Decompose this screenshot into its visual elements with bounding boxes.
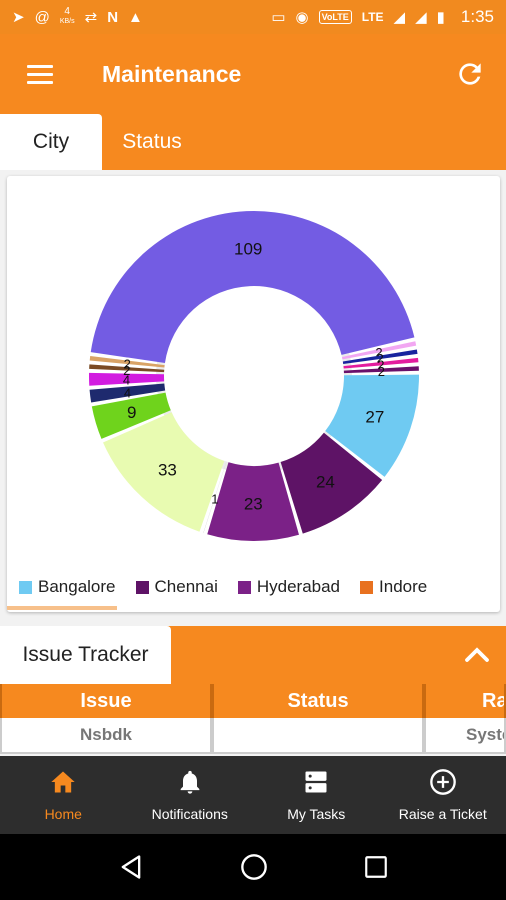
column-header-status[interactable]: Status [212, 684, 424, 718]
chevron-up-icon[interactable] [462, 640, 492, 670]
telegram-icon: ➤ [12, 8, 25, 26]
page-title: Maintenance [102, 60, 242, 87]
legend-swatch [360, 580, 374, 594]
speed-unit: KB/s [59, 18, 75, 25]
tab-bar: City Status [0, 114, 506, 170]
nav-notifications[interactable]: Notifications [127, 756, 254, 834]
back-icon[interactable] [117, 853, 145, 881]
network-speed: 4 KB/s [60, 7, 75, 27]
system-navigation-bar [0, 834, 506, 900]
n-icon: N [107, 8, 119, 26]
chart-legend: Bangalore Chennai Hyderabad Indore [19, 576, 499, 598]
table-header: Issue Status Ra [0, 684, 506, 718]
table-row[interactable]: Nsbdk Syste [0, 718, 506, 754]
legend-label: Hyderabad [256, 577, 341, 596]
tab-city[interactable]: City [0, 114, 102, 170]
legend-item[interactable]: Bangalore [19, 577, 116, 597]
menu-icon[interactable] [0, 34, 80, 114]
chart-card: 27 24 23 1 33 9 4 4 2 2 109 2 2 2 2 Bangalore Chennai Hy… [7, 176, 500, 612]
hotspot-icon: ◉ [295, 8, 309, 26]
home-icon [51, 771, 75, 793]
plus-circle-icon [429, 769, 456, 795]
legend-swatch [237, 580, 251, 594]
nav-raise-ticket[interactable]: Raise a Ticket [380, 756, 506, 834]
cell-status [212, 718, 424, 752]
home-circle-icon[interactable] [240, 853, 268, 881]
volte-badge: VoLTE [318, 10, 352, 24]
slice-value-label: 33 [158, 461, 177, 480]
legend-label: Indore [379, 577, 428, 596]
legend-swatch [135, 580, 149, 594]
battery-icon: ▮ [436, 8, 445, 26]
signal-icon: ◢ [393, 8, 406, 26]
column-header-issue[interactable]: Issue [0, 684, 212, 718]
app-toolbar: Maintenance [0, 34, 506, 114]
sync-icon: ⇄ [84, 8, 98, 26]
bottom-navigation: Home Notifications My Tasks Raise a Tick… [0, 756, 506, 834]
slice-value-label: 4 [124, 386, 131, 401]
tasks-icon [305, 771, 327, 793]
legend-item[interactable]: Indore [360, 577, 427, 597]
nav-home-label: Home [44, 806, 82, 822]
tab-status[interactable]: Status [102, 114, 202, 170]
warning-icon: ▲ [128, 8, 143, 26]
legend-item[interactable]: Chennai [135, 577, 218, 597]
donut-chart[interactable]: 272423133944221092222 [7, 176, 500, 576]
slice-value-label: 2 [378, 364, 385, 379]
nav-raise-ticket-label: Raise a Ticket [398, 806, 487, 822]
signal-icon-2: ◢ [415, 8, 427, 26]
slice-value-label: 9 [127, 403, 136, 422]
donut-slice[interactable] [90, 210, 415, 363]
legend-label: Bangalore [38, 577, 116, 596]
slice-value-label: 23 [244, 494, 263, 513]
cell-issue: Nsbdk [0, 718, 212, 752]
issue-tracker-title[interactable]: Issue Tracker [0, 626, 171, 684]
slice-value-label: 2 [124, 356, 131, 371]
slice-value-label: 27 [365, 408, 384, 427]
nav-home[interactable]: Home [0, 756, 127, 834]
nav-my-tasks-label: My Tasks [287, 806, 346, 822]
nav-my-tasks[interactable]: My Tasks [253, 756, 380, 834]
legend-label: Chennai [154, 577, 218, 596]
recents-icon[interactable] [363, 854, 389, 880]
nav-notifications-label: Notifications [151, 806, 228, 822]
card-scroll-indicator [7, 606, 117, 610]
legend-item[interactable]: Hyderabad [237, 577, 341, 597]
bell-icon [180, 770, 200, 794]
status-bar: ➤ @ 4 KB/s ⇄ N ▲ ▭ ◉ VoLTE LTE ◢ ◢ ▮ 1:3… [0, 0, 506, 34]
legend-swatch [19, 580, 32, 594]
column-header-raised[interactable]: Ra [424, 684, 506, 718]
cast-icon: ▭ [271, 8, 286, 26]
at-icon: @ [34, 8, 50, 26]
issue-tracker-header: Issue Tracker [0, 626, 506, 684]
speed-value: 4 [64, 6, 70, 17]
slice-value-label: 109 [234, 240, 262, 259]
lte-label: LTE [361, 10, 384, 24]
clock: 1:35 [460, 7, 494, 26]
refresh-icon[interactable] [454, 58, 486, 90]
slice-value-label: 24 [316, 473, 335, 492]
cell-raised: Syste [424, 718, 506, 752]
